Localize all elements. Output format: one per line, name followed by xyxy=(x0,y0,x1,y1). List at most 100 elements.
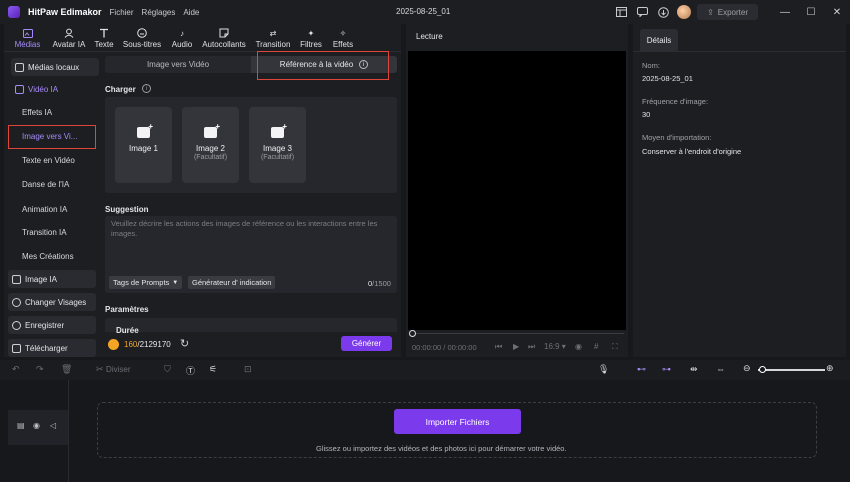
prompt-generator-button[interactable]: Générateur d' indication xyxy=(188,276,276,289)
crop-icon[interactable]: ⊡ xyxy=(244,364,252,375)
sidebar-item-download[interactable]: Télécharger xyxy=(8,339,96,357)
tab-medias[interactable]: Médias xyxy=(8,24,47,51)
prev-frame-icon[interactable]: ⏮ xyxy=(495,342,502,352)
undo-icon[interactable]: ↶ xyxy=(12,364,20,375)
download-icon xyxy=(12,343,21,353)
sticker-icon xyxy=(219,28,229,38)
layout-icon[interactable] xyxy=(614,5,628,19)
user-avatar[interactable] xyxy=(677,5,692,19)
zoom-in-icon[interactable]: ⊕ xyxy=(826,363,834,374)
sidebar-sub-mes-creations[interactable]: Mes Créations xyxy=(22,252,74,261)
detail-fps-label: Fréquence d'image: xyxy=(642,97,709,106)
sidebar-sub-danse-ia[interactable]: Danse de l'IA xyxy=(22,180,69,189)
minimize-icon[interactable]: — xyxy=(772,7,798,18)
refresh-icon[interactable]: ↻ xyxy=(180,337,189,350)
generate-button[interactable]: Générer xyxy=(341,336,392,351)
freeze-icon[interactable]: ⛉ xyxy=(164,364,171,375)
microphone-icon[interactable]: 🎙 xyxy=(598,364,609,375)
detail-import-label: Moyen d'importation: xyxy=(642,133,712,142)
import-files-button[interactable]: Importer Fichiers xyxy=(394,409,521,434)
next-frame-icon[interactable]: ⏭ xyxy=(528,342,535,352)
app-logo-icon xyxy=(8,6,20,18)
track-visibility-icon[interactable]: ◉ xyxy=(33,421,40,430)
sidebar-sub-texte-en-video[interactable]: Texte en Vidéo xyxy=(22,156,75,165)
upload-icon: ⇪ xyxy=(707,7,714,17)
sidebar-item-image-ai[interactable]: Image IA xyxy=(8,270,96,288)
audio-edit-icon[interactable]: ⚟ xyxy=(209,364,217,375)
video-ai-icon xyxy=(15,84,24,94)
folder-icon xyxy=(15,62,24,72)
sidebar-sub-transition-ia[interactable]: Transition IA xyxy=(22,228,67,237)
detail-fps-value: 30 xyxy=(642,110,651,119)
suggestion-title: Suggestion xyxy=(105,205,149,214)
snapshot-icon[interactable]: ◉ xyxy=(575,342,582,351)
image-icon xyxy=(12,274,21,284)
add-image-icon xyxy=(137,122,153,138)
preview-scrubber[interactable] xyxy=(412,333,624,334)
aspect-ratio-select[interactable]: 16:9 ▾ xyxy=(544,342,566,351)
tab-filtres[interactable]: ✦ Filtres xyxy=(295,24,327,51)
tab-autocollants[interactable]: Autocollants xyxy=(197,24,251,51)
sidebar-item-video-ai[interactable]: Vidéo IA xyxy=(11,80,99,98)
sidebar-sub-effets-ia[interactable]: Effets IA xyxy=(22,108,52,117)
link-icon[interactable]: ⊷ xyxy=(637,364,646,375)
add-image-icon xyxy=(271,122,287,138)
upload-card-image-2[interactable]: Image 2 (Facultatif) xyxy=(182,107,239,183)
tab-details[interactable]: Détails xyxy=(640,29,678,51)
export-button[interactable]: ⇪ Exporter xyxy=(697,4,758,20)
tab-texte[interactable]: Texte xyxy=(91,24,117,51)
fit-icon[interactable]: ⇔ xyxy=(716,364,725,374)
params-box xyxy=(105,318,397,332)
highlight-box xyxy=(257,51,389,80)
download-icon[interactable] xyxy=(656,5,670,19)
menu-file[interactable]: Fichier xyxy=(110,8,134,17)
sidebar-item-local-media[interactable]: Médias locaux xyxy=(11,58,99,76)
maximize-icon[interactable]: ☐ xyxy=(798,7,824,18)
zoom-out-icon[interactable]: ⊖ xyxy=(743,363,751,374)
upload-card-image-3[interactable]: Image 3 (Facultatif) xyxy=(249,107,306,183)
caret-down-icon: ▼ xyxy=(172,279,179,286)
sidebar-item-record[interactable]: Enregistrer xyxy=(8,316,96,334)
credit-balance: 160/2129170 xyxy=(124,340,171,349)
add-text-icon[interactable]: Ⓣ xyxy=(186,364,195,377)
track-mute-icon[interactable]: ◁ xyxy=(50,421,56,430)
grid-icon[interactable]: # xyxy=(594,342,598,351)
feedback-icon[interactable] xyxy=(635,5,649,19)
details-divider xyxy=(633,51,846,52)
menu-settings[interactable]: Réglages xyxy=(142,8,176,17)
text-icon xyxy=(99,28,109,38)
sidebar-item-face-swap[interactable]: Changer Visages xyxy=(8,293,96,311)
info-icon[interactable]: i xyxy=(142,84,151,93)
menu-help[interactable]: Aide xyxy=(183,8,199,17)
zoom-handle[interactable] xyxy=(759,366,766,373)
track-split-icon[interactable]: ⇹ xyxy=(690,364,698,375)
prompt-tags-dropdown[interactable]: Tags de Prompts ▼ xyxy=(109,276,183,289)
track-lock-icon[interactable]: ▤ xyxy=(17,421,25,430)
tab-effets[interactable]: ✧ Effets xyxy=(327,24,359,51)
play-icon[interactable]: ▶ xyxy=(513,342,519,351)
tab-sous-titres[interactable]: Sous-titres xyxy=(117,24,167,51)
preview-screen xyxy=(408,51,626,330)
filter-icon: ✦ xyxy=(307,28,315,38)
magnet-icon[interactable]: ⊶ xyxy=(662,364,671,375)
segment-image-to-video[interactable]: Image vers Vidéo xyxy=(105,56,251,73)
tab-audio[interactable]: ♪ Audio xyxy=(167,24,197,51)
transition-icon: ⇄ xyxy=(269,28,277,38)
detail-name-label: Nom: xyxy=(642,61,660,70)
effects-icon: ✧ xyxy=(339,28,347,38)
sidebar-sub-animation-ia[interactable]: Animation IA xyxy=(22,205,67,214)
scrubber-handle[interactable] xyxy=(409,330,416,337)
close-icon[interactable]: ✕ xyxy=(824,7,850,18)
highlight-box xyxy=(8,125,96,149)
track-divider xyxy=(68,380,69,482)
delete-icon[interactable]: 🗑 xyxy=(61,364,72,375)
char-counter: 0/1500 xyxy=(368,279,391,288)
redo-icon[interactable]: ↷ xyxy=(36,364,44,375)
split-button[interactable]: ✂ Diviser xyxy=(96,364,131,375)
tab-avatar-ia[interactable]: Avatar IA xyxy=(47,24,91,51)
fullscreen-icon[interactable]: ⛶ xyxy=(612,342,618,352)
suggestion-placeholder: Veuillez décrire les actions des images … xyxy=(111,219,378,238)
zoom-slider[interactable] xyxy=(758,369,825,371)
tab-transition[interactable]: ⇄ Transition xyxy=(251,24,295,51)
upload-card-image-1[interactable]: Image 1 xyxy=(115,107,172,183)
